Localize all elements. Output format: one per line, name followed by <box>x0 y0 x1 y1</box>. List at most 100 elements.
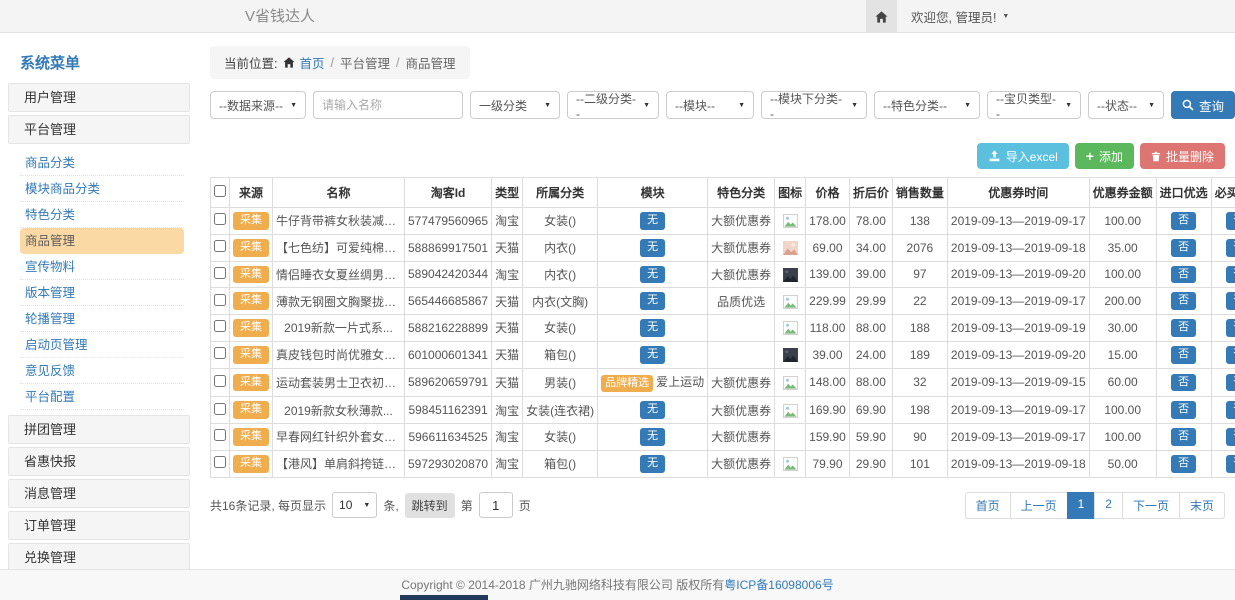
must-buy-toggle[interactable]: 否 <box>1226 346 1235 364</box>
query-button[interactable]: 查询 <box>1171 91 1235 119</box>
table-header-row: 来源名称淘客Id类型所属分类模块特色分类图标价格折后价销售数量优惠券时间优惠券金… <box>211 178 1235 208</box>
home-button[interactable] <box>866 0 897 33</box>
filter-select[interactable]: --数据来源--▼ <box>210 91 306 119</box>
source-badge: 采集 <box>233 374 269 392</box>
sidebar-subitem[interactable]: 轮播管理 <box>20 306 184 332</box>
per-page-select[interactable]: 10 ▼ <box>332 492 377 518</box>
product-name-cell: 真皮钱包时尚优雅女士... <box>273 341 405 368</box>
source-badge: 采集 <box>233 266 269 284</box>
filter-select[interactable]: --二级分类--▼ <box>567 91 659 119</box>
price-cell: 229.99 <box>806 288 850 315</box>
row-checkbox[interactable] <box>214 375 226 387</box>
import-select-toggle[interactable]: 否 <box>1171 266 1196 284</box>
module-text: 爱上运动 <box>656 375 704 389</box>
filter-select[interactable]: 一级分类▼ <box>470 91 560 119</box>
import-select-toggle[interactable]: 否 <box>1171 428 1196 446</box>
sidebar-item[interactable]: 用户管理 <box>8 83 190 112</box>
sidebar-subitem[interactable]: 启动页管理 <box>20 332 184 358</box>
import-select-toggle[interactable]: 否 <box>1171 374 1196 392</box>
module-cell: 无 <box>598 315 708 342</box>
import-select-toggle[interactable]: 否 <box>1171 239 1196 257</box>
must-buy-toggle[interactable]: 否 <box>1226 239 1235 257</box>
sidebar-subitem[interactable]: 模块商品分类 <box>20 176 184 202</box>
filter-select[interactable]: --模块--▼ <box>666 91 754 119</box>
page-jump-input[interactable] <box>479 492 513 518</box>
sidebar-item[interactable]: 消息管理 <box>8 479 190 508</box>
row-checkbox[interactable] <box>214 294 226 306</box>
must-buy-toggle[interactable]: 否 <box>1226 428 1235 446</box>
row-checkbox[interactable] <box>214 456 226 468</box>
sidebar-subitem[interactable]: 特色分类 <box>20 202 184 228</box>
must-buy-toggle[interactable]: 否 <box>1226 319 1235 337</box>
row-checkbox[interactable] <box>214 347 226 359</box>
page-button[interactable]: 上一页 <box>1010 492 1068 519</box>
price-cell: 139.00 <box>806 261 850 288</box>
row-checkbox[interactable] <box>214 267 226 279</box>
coupon-amount-cell: 100.00 <box>1089 208 1156 235</box>
import-select-toggle[interactable]: 否 <box>1171 212 1196 230</box>
must-buy-toggle[interactable]: 否 <box>1226 292 1235 310</box>
column-header: 价格 <box>806 178 850 208</box>
breadcrumb-home-link[interactable]: 首页 <box>283 53 324 72</box>
category-cell: 女装() <box>523 424 598 451</box>
page-button[interactable]: 下一页 <box>1122 492 1180 519</box>
row-checkbox[interactable] <box>214 240 226 252</box>
sidebar-item[interactable]: 平台管理 <box>8 115 190 144</box>
source-badge: 采集 <box>233 428 269 446</box>
source-badge: 采集 <box>233 319 269 337</box>
sidebar-item[interactable]: 拼团管理 <box>8 415 190 444</box>
page-button[interactable]: 1 <box>1067 492 1096 519</box>
icp-link[interactable]: 粤ICP备16098006号 <box>724 578 833 592</box>
must-buy-toggle[interactable]: 否 <box>1226 212 1235 230</box>
must-buy-cell: 否 <box>1211 288 1235 315</box>
row-checkbox[interactable] <box>214 320 226 332</box>
row-select-cell <box>211 208 230 235</box>
filter-select[interactable]: --状态--▼ <box>1088 91 1164 119</box>
row-checkbox[interactable] <box>214 403 226 415</box>
import-select-toggle[interactable]: 否 <box>1171 319 1196 337</box>
sales-cell: 138 <box>892 208 947 235</box>
row-checkbox[interactable] <box>214 213 226 225</box>
must-buy-toggle[interactable]: 否 <box>1226 374 1235 392</box>
sidebar-subitem[interactable]: 版本管理 <box>20 280 184 306</box>
sidebar-item[interactable]: 省惠快报 <box>8 447 190 476</box>
discount-price-cell: 78.00 <box>849 208 892 235</box>
sidebar-subitem[interactable]: 商品分类 <box>20 150 184 176</box>
import-select-toggle[interactable]: 否 <box>1171 455 1196 473</box>
main-content: 当前位置: 首页 / 平台管理 / 商品管理 --数据来源--▼一级分类▼--二… <box>210 40 1225 519</box>
filter-select[interactable]: --特色分类--▼ <box>874 91 980 119</box>
name-input[interactable] <box>313 91 463 119</box>
page-button[interactable]: 首页 <box>965 492 1011 519</box>
topbar: V省钱达人 欢迎您, 管理员! ▼ <box>0 0 1235 33</box>
page-button[interactable]: 末页 <box>1179 492 1225 519</box>
sidebar-subitem[interactable]: 商品管理 <box>20 228 184 254</box>
filter-select[interactable]: --宝贝类型--▼ <box>987 91 1081 119</box>
module-cell: 无 <box>598 424 708 451</box>
product-name-cell: 2019新款一片式系... <box>273 315 405 342</box>
sidebar-item[interactable]: 兑换管理 <box>8 543 190 572</box>
module-cell: 无 <box>598 397 708 424</box>
import-select-toggle[interactable]: 否 <box>1171 292 1196 310</box>
import-select-toggle[interactable]: 否 <box>1171 346 1196 364</box>
sidebar-subitem[interactable]: 意见反馈 <box>20 358 184 384</box>
import-excel-button[interactable]: 导入excel <box>977 143 1069 169</box>
batch-delete-button[interactable]: 批量删除 <box>1140 143 1225 169</box>
row-checkbox[interactable] <box>214 429 226 441</box>
price-cell: 79.90 <box>806 450 850 477</box>
sidebar-item[interactable]: 订单管理 <box>8 511 190 540</box>
page-button[interactable]: 2 <box>1094 492 1123 519</box>
must-buy-toggle[interactable]: 否 <box>1226 266 1235 284</box>
import-select-toggle[interactable]: 否 <box>1171 401 1196 419</box>
user-menu[interactable]: 欢迎您, 管理员! ▼ <box>911 7 1009 26</box>
add-button[interactable]: + 添加 <box>1075 143 1134 169</box>
must-buy-toggle[interactable]: 否 <box>1226 455 1235 473</box>
select-all-checkbox[interactable] <box>214 185 226 197</box>
sidebar-subitem[interactable]: 平台配置 <box>20 384 184 410</box>
sidebar-subitem[interactable]: 宣传物料 <box>20 254 184 280</box>
coupon-amount-cell: 60.00 <box>1089 368 1156 397</box>
filter-select[interactable]: --模块下分类--▼ <box>761 91 867 119</box>
must-buy-toggle[interactable]: 否 <box>1226 401 1235 419</box>
type-cell: 淘宝 <box>492 424 523 451</box>
jump-button[interactable]: 跳转到 <box>405 493 455 518</box>
topbar-right: 欢迎您, 管理员! ▼ <box>866 0 1009 33</box>
